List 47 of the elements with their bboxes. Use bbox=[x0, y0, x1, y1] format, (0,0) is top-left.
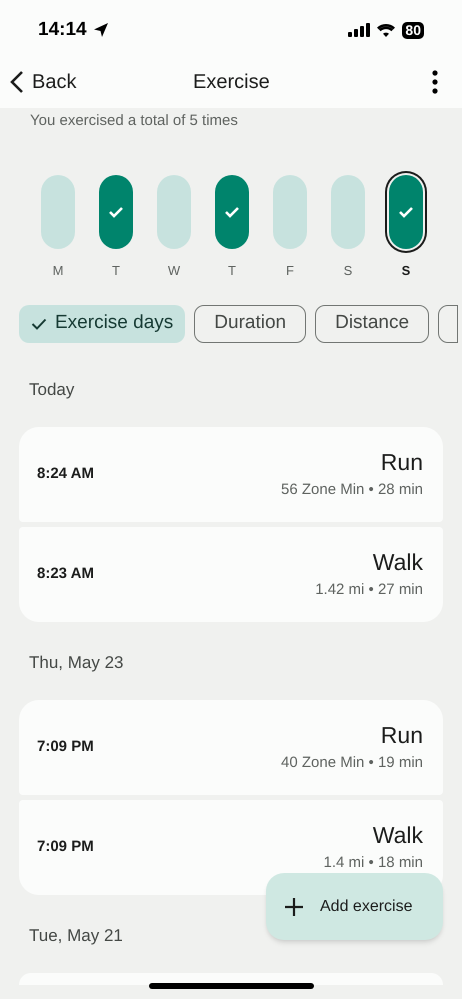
day-label: W bbox=[168, 262, 180, 280]
filter-chip[interactable] bbox=[438, 304, 458, 342]
summary-text: You exercised a total of 5 times bbox=[29, 111, 239, 130]
date-heading: Today bbox=[29, 380, 74, 398]
date-heading: Tue, May 21 bbox=[29, 926, 123, 944]
activity-name: Run bbox=[380, 720, 423, 750]
exercise-card[interactable]: 7:09 PM Run 40 Zone Min • 19 min bbox=[19, 700, 443, 794]
day-label: T bbox=[228, 262, 236, 280]
battery-level: 80 bbox=[402, 22, 424, 38]
exercise-time: 7:09 PM bbox=[37, 836, 94, 857]
activity-name: Run bbox=[380, 448, 423, 477]
day-label: T bbox=[112, 262, 120, 280]
day-bar[interactable] bbox=[389, 175, 423, 249]
filter-chip[interactable]: Distance bbox=[315, 304, 430, 342]
exercise-card[interactable]: 7:09 PM Walk 1.4 mi • 18 min bbox=[19, 800, 443, 894]
activity-name: Walk bbox=[372, 548, 423, 577]
activity-details: 56 Zone Min • 28 min bbox=[281, 480, 423, 500]
day-label: M bbox=[52, 262, 64, 280]
page-title: Exercise bbox=[193, 70, 270, 95]
date-heading: Thu, May 23 bbox=[29, 652, 124, 672]
wifi-icon bbox=[377, 23, 396, 37]
more-options-icon[interactable] bbox=[432, 70, 438, 94]
status-time: 14:14 bbox=[38, 18, 87, 42]
activity-name: Walk bbox=[372, 820, 423, 850]
exercise-time: 7:09 PM bbox=[37, 736, 94, 757]
back-button[interactable]: Back bbox=[10, 67, 76, 97]
add-exercise-button[interactable]: Add exercise bbox=[266, 873, 443, 940]
signal-icon bbox=[348, 23, 370, 37]
day-label: S bbox=[402, 262, 410, 280]
check-icon bbox=[31, 318, 47, 330]
day-label: S bbox=[344, 262, 352, 280]
check-icon bbox=[224, 206, 240, 218]
day-label: F bbox=[286, 262, 294, 280]
activity-details: 40 Zone Min • 19 min bbox=[281, 752, 423, 773]
check-icon bbox=[108, 206, 124, 218]
exercise-card[interactable]: 8:23 AM Walk 1.42 mi • 27 min bbox=[19, 526, 443, 622]
exercise-card[interactable]: 8:24 AM Run 56 Zone Min • 28 min bbox=[19, 426, 443, 522]
exercise-time: 8:23 AM bbox=[37, 564, 94, 584]
chevron-left-icon bbox=[10, 70, 24, 94]
exercise-time: 8:24 AM bbox=[37, 464, 94, 484]
plus-icon bbox=[284, 896, 304, 916]
filter-chip[interactable]: Exercise days bbox=[19, 304, 186, 342]
activity-details: 1.4 mi • 18 min bbox=[324, 852, 423, 873]
check-icon bbox=[398, 206, 414, 218]
location-icon bbox=[92, 22, 109, 38]
activity-details: 1.42 mi • 27 min bbox=[315, 580, 423, 600]
filter-chip[interactable]: Duration bbox=[194, 304, 306, 342]
